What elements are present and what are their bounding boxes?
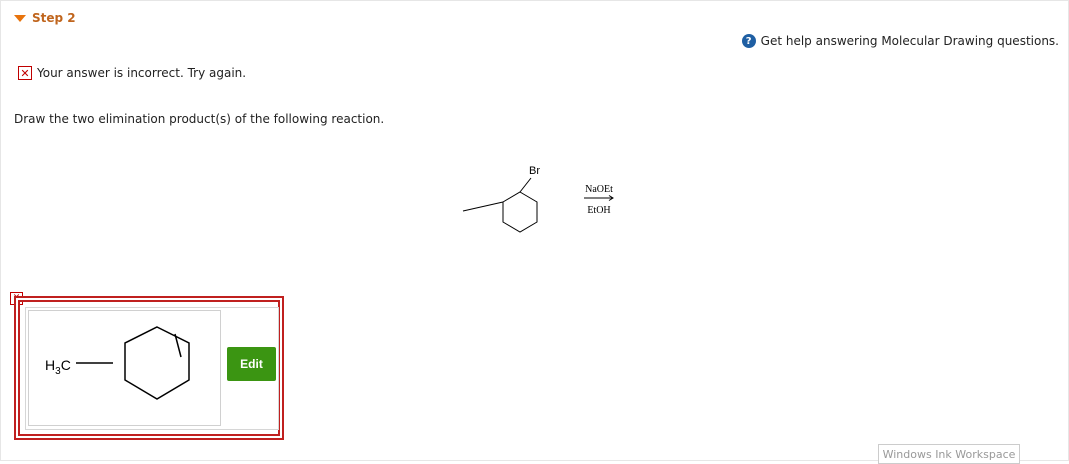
reactant-structure: Br NaOEt EtOH: [462, 165, 614, 233]
methyl-bond: [462, 201, 504, 212]
error-x-icon: ✕: [18, 66, 32, 80]
reagent-above: NaOEt: [585, 184, 613, 195]
question-circle-icon[interactable]: ?: [741, 34, 756, 48]
feedback-message: ✕ Your answer is incorrect. Try again.: [18, 66, 246, 80]
question-text: Draw the two elimination product(s) of t…: [14, 112, 385, 126]
step-label[interactable]: Step 2: [32, 11, 76, 25]
feedback-text: Your answer is incorrect. Try again.: [37, 66, 247, 80]
reaction-scheme: Br NaOEt EtOH: [455, 158, 645, 248]
bromine-label: Br: [529, 165, 540, 177]
windows-ink-workspace-button[interactable]: Windows Ink Workspace: [878, 444, 1020, 464]
cyclohexane-ring: [502, 191, 538, 233]
answer-structure: H3C: [45, 326, 190, 400]
answer-inner: H3C Edit: [25, 307, 279, 430]
reagent-below: EtOH: [587, 205, 610, 216]
help-link[interactable]: ? Get help answering Molecular Drawing q…: [741, 34, 1059, 48]
step-header[interactable]: Step 2: [14, 11, 76, 25]
cyclohexene-ring: [124, 326, 190, 400]
molecule-drawing[interactable]: H3C: [28, 310, 221, 426]
caret-down-icon[interactable]: [14, 14, 26, 22]
bromo-bond: [519, 177, 532, 193]
methyl-label: H3C: [45, 357, 71, 377]
answer-box: H3C Edit: [14, 296, 284, 440]
help-link-text[interactable]: Get help answering Molecular Drawing que…: [761, 34, 1059, 48]
edit-button[interactable]: Edit: [227, 347, 276, 381]
